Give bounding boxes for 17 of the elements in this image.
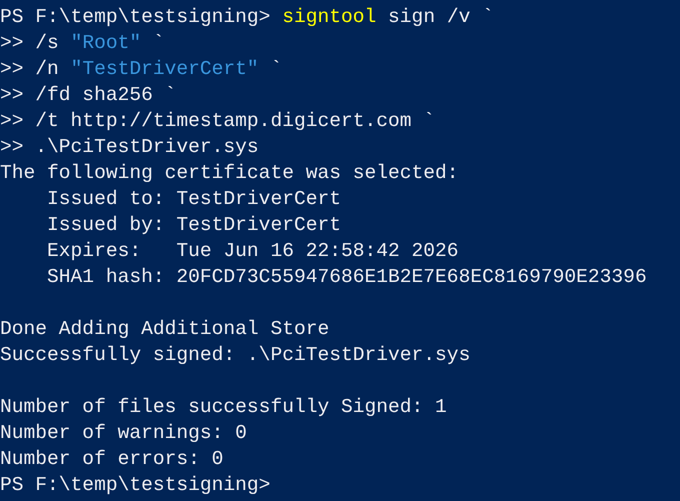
terminal-line: >> /fd sha256 ` [0, 83, 176, 108]
terminal-line: PS F:\temp\testsigning> signtool sign /v ` [0, 5, 494, 30]
terminal-line: The following certificate was selected: [0, 161, 459, 186]
terminal-line: Number of files successfully Signed: 1 [0, 395, 447, 420]
terminal-line: Done Adding Additional Store [0, 317, 330, 342]
terminal-line: Expires: Tue Jun 16 22:58:42 2026 [46, 239, 459, 264]
terminal-line: >> /s "Root" ` [0, 31, 165, 56]
terminal-line: Number of warnings: 0 [0, 421, 247, 446]
terminal-line: >> .\PciTestDriver.sys [0, 135, 259, 160]
terminal-line: Number of errors: 0 [0, 447, 224, 472]
terminal-line: Issued by: TestDriverCert [46, 213, 341, 238]
terminal-line: Issued to: TestDriverCert [46, 187, 341, 212]
terminal-line: SHA1 hash: 20FCD73C55947686E1B2E7E68EC8169790E23396 [46, 265, 647, 290]
terminal-line: PS F:\temp\testsigning> [0, 473, 270, 498]
terminal-line: >> /t http://timestamp.digicert.com ` [0, 109, 436, 134]
terminal-line: >> /n "TestDriverCert" ` [0, 57, 282, 82]
terminal-line: Successfully signed: .\PciTestDriver.sys [0, 343, 470, 368]
